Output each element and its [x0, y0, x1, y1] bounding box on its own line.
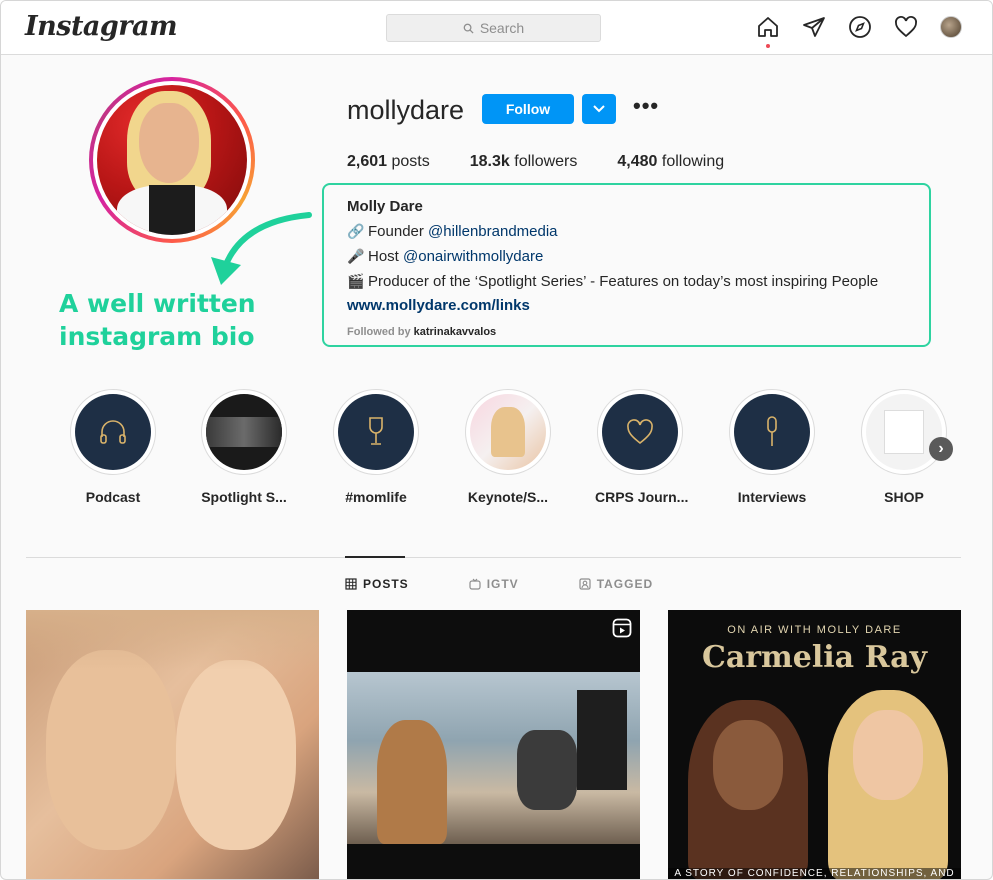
explore-icon[interactable]	[848, 15, 872, 39]
bio-website-link[interactable]: www.mollydare.com/links	[347, 294, 878, 318]
reel-icon	[612, 618, 632, 638]
bio-name: Molly Dare	[347, 198, 423, 215]
microphone-icon	[767, 416, 777, 446]
search-input[interactable]: Search	[386, 14, 601, 42]
clapperboard-icon: 🎬	[347, 273, 365, 289]
grid-icon	[345, 578, 357, 590]
nav-icons	[756, 15, 962, 48]
tab-tagged[interactable]: TAGGED	[579, 577, 653, 591]
highlight-podcast[interactable]: Podcast	[68, 389, 158, 505]
post-thumbnail[interactable]: ON AIR WITH MOLLY DARE Carmelia Ray A ST…	[668, 610, 961, 879]
profile-avatar-icon[interactable]	[940, 16, 962, 38]
tab-posts[interactable]: POSTS	[345, 577, 409, 591]
instagram-logo[interactable]: Instagram	[25, 11, 178, 42]
annotation-text: A well written instagram bio	[59, 289, 256, 351]
home-icon[interactable]	[756, 15, 780, 48]
tv-icon	[469, 578, 481, 590]
bio-line-producer: 🎬 Producer of the ‘Spotlight Series’ - Fe…	[347, 269, 878, 294]
chevron-down-icon	[593, 105, 605, 113]
shop-thumbnail	[884, 410, 924, 454]
poster-thumbnail	[491, 407, 525, 457]
headphones-icon	[100, 420, 126, 444]
window-frame: Instagram Search mollydare Follow ••• 2,…	[0, 0, 993, 880]
post-subtitle: ON AIR WITH MOLLY DARE	[727, 624, 902, 636]
tag-icon	[579, 578, 591, 590]
mention-hillenbrandmedia[interactable]: @hillenbrandmedia	[428, 223, 557, 240]
more-options-button[interactable]: •••	[633, 93, 659, 119]
bio-line-host: 🎤 Host @onairwithmollydare	[347, 244, 878, 269]
link-icon: 🔗	[347, 223, 365, 239]
search-placeholder: Search	[479, 20, 525, 36]
tabs-divider	[26, 557, 961, 558]
highlight-keynote[interactable]: Keynote/S...	[463, 389, 553, 505]
video-thumbnail	[206, 417, 282, 447]
active-tab-indicator	[345, 556, 405, 558]
highlights-next-button[interactable]: ›	[929, 437, 953, 461]
search-icon	[463, 23, 474, 34]
tab-igtv[interactable]: IGTV	[469, 577, 519, 591]
stat-followers[interactable]: 18.3k followers	[470, 153, 578, 171]
profile-username: mollydare	[347, 95, 465, 125]
highlight-interviews[interactable]: Interviews	[727, 389, 817, 505]
activity-heart-icon[interactable]	[894, 15, 918, 39]
stat-following[interactable]: 4,480 following	[617, 153, 724, 171]
microphone-icon: 🎤	[347, 248, 365, 264]
post-thumbnail[interactable]	[347, 610, 640, 879]
annotation-arrow-icon	[211, 212, 312, 285]
bio-line-founder: 🔗 Founder @hillenbrandmedia	[347, 219, 878, 244]
highlight-spotlight[interactable]: Spotlight S...	[199, 389, 289, 505]
story-highlights: Podcast Spotlight S... #momlife Keynote/…	[68, 389, 968, 509]
highlight-crps[interactable]: CRPS Journ...	[595, 389, 688, 505]
wine-glass-icon	[369, 417, 383, 445]
followed-by-text[interactable]: Followed by katrinakavvalos	[347, 326, 496, 338]
top-nav-bar: Instagram Search	[1, 1, 992, 55]
suggestions-dropdown-button[interactable]	[582, 94, 616, 124]
heart-icon	[627, 419, 653, 445]
stat-posts: 2,601 posts	[347, 153, 430, 170]
profile-bio: Molly Dare 🔗 Founder @hillenbrandmedia 🎤 H…	[347, 195, 878, 318]
follow-button[interactable]: Follow	[482, 94, 574, 124]
profile-stats: 2,601 posts 18.3k followers 4,480 follow…	[347, 153, 764, 171]
post-caption-strip: A STORY OF CONFIDENCE, RELATIONSHIPS, AN…	[668, 868, 961, 879]
mention-onairwithmollydare[interactable]: @onairwithmollydare	[403, 248, 543, 265]
highlight-momlife[interactable]: #momlife	[331, 389, 421, 505]
post-title: Carmelia Ray	[701, 640, 928, 675]
post-thumbnail[interactable]	[26, 610, 319, 879]
active-indicator	[766, 44, 770, 48]
direct-message-icon[interactable]	[802, 15, 826, 39]
profile-tabs: POSTS IGTV TAGGED	[345, 577, 653, 591]
